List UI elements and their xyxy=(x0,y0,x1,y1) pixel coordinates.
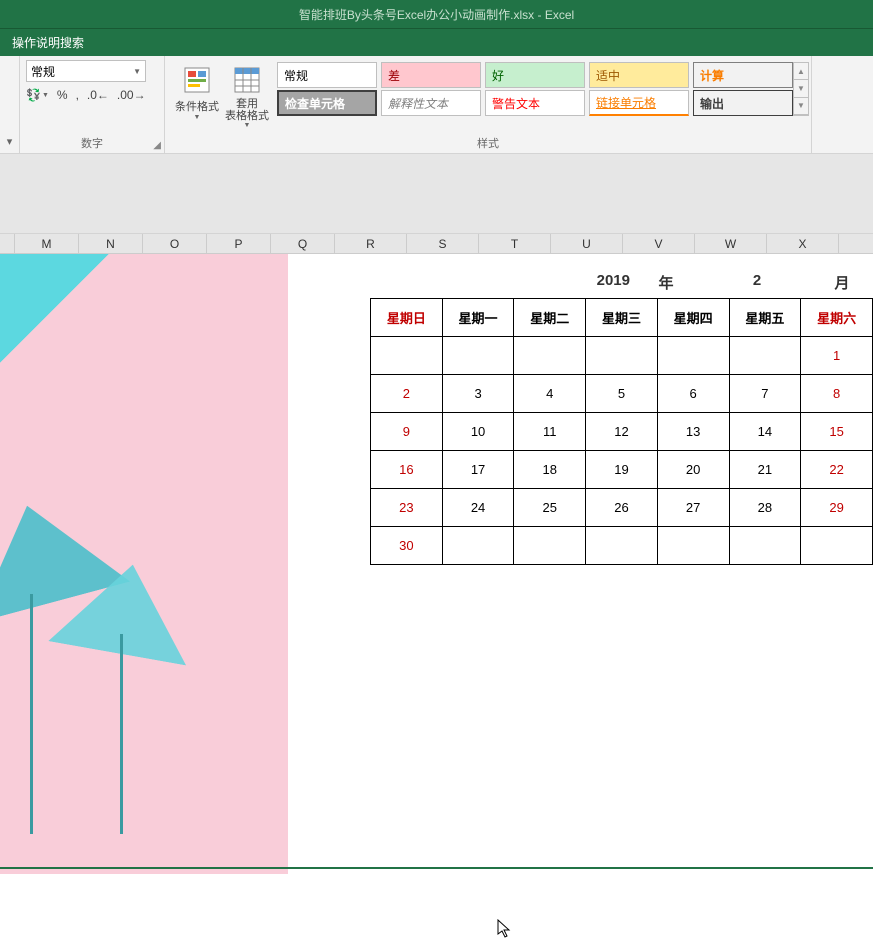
weekday-header: 星期三 xyxy=(586,299,658,337)
number-group: 常规 ▼ 💱▼ % , .0← .00→ 数字 ◢ xyxy=(20,56,165,153)
col-header[interactable]: P xyxy=(207,234,271,253)
scroll-up-icon[interactable]: ▲ xyxy=(794,63,808,80)
style-good[interactable]: 好 xyxy=(485,62,585,88)
col-header[interactable]: O xyxy=(143,234,207,253)
title-bar: 智能排班By头条号Excel办公小动画制作.xlsx - Excel xyxy=(0,0,873,28)
conditional-format-button[interactable]: 条件格式 ▼ xyxy=(175,64,219,129)
cell-styles-gallery: 常规 差 好 适中 计算 检查单元格 解释性文本 警告文本 链接单元格 输出 ▲… xyxy=(277,60,809,131)
chevron-down-icon: ▼ xyxy=(194,114,201,121)
col-header[interactable]: V xyxy=(623,234,695,253)
calendar-row: 1 xyxy=(371,337,873,375)
scroll-down-icon[interactable]: ▼ xyxy=(794,80,808,97)
percent-button[interactable]: % xyxy=(57,88,68,102)
styles-group-wrapper: 条件格式 ▼ 套用 表格格式 ▼ 常规 差 好 适中 计算 xyxy=(165,56,812,153)
ribbon-edge-left: ▾ xyxy=(0,56,20,153)
calendar-row: 23242526272829 xyxy=(371,489,873,527)
chevron-down-icon: ▼ xyxy=(133,67,141,76)
increase-decimal-button[interactable]: .0← xyxy=(87,88,109,102)
window-title: 智能排班By头条号Excel办公小动画制作.xlsx - Excel xyxy=(299,6,574,23)
col-header[interactable]: S xyxy=(407,234,479,253)
weekday-header: 星期日 xyxy=(371,299,443,337)
table-format-icon xyxy=(231,64,263,96)
number-format-combo[interactable]: 常规 ▼ xyxy=(26,60,146,82)
weekday-header: 星期二 xyxy=(514,299,586,337)
dialog-launcher-icon[interactable]: ◢ xyxy=(153,140,161,151)
calendar-header-row: 星期日 星期一 星期二 星期三 星期四 星期五 星期六 xyxy=(371,299,873,337)
column-headers: M N O P Q R S T U V W X xyxy=(0,234,873,254)
col-header[interactable]: N xyxy=(79,234,143,253)
comma-button[interactable]: , xyxy=(76,88,79,102)
col-header[interactable]: R xyxy=(335,234,407,253)
style-neutral[interactable]: 适中 xyxy=(589,62,689,88)
col-header[interactable]: U xyxy=(551,234,623,253)
year-month-row: 2019 年 2 月 xyxy=(370,272,872,293)
calendar-table: 星期日 星期一 星期二 星期三 星期四 星期五 星期六 1 2345678 91… xyxy=(370,298,873,565)
table-format-button[interactable]: 套用 表格格式 ▼ xyxy=(225,64,269,129)
ribbon: ▾ 常规 ▼ 💱▼ % , .0← .00→ 数字 ◢ xyxy=(0,56,873,154)
calendar-row: 2345678 xyxy=(371,375,873,413)
style-calc[interactable]: 计算 xyxy=(693,62,793,88)
style-warn[interactable]: 警告文本 xyxy=(485,90,585,116)
formula-bar-area xyxy=(0,154,873,234)
conditional-format-icon xyxy=(181,64,213,96)
decrease-decimal-button[interactable]: .00→ xyxy=(117,88,146,102)
weekday-header: 星期六 xyxy=(801,299,873,337)
col-header[interactable]: M xyxy=(15,234,79,253)
style-normal[interactable]: 常规 xyxy=(277,62,377,88)
styles-group-label: 样式 xyxy=(167,133,809,151)
col-header[interactable]: W xyxy=(695,234,767,253)
gallery-more-icon[interactable]: ▼ xyxy=(794,98,808,115)
tell-me-search[interactable]: 操作说明搜索 xyxy=(0,28,873,56)
calendar-row: 9101112131415 xyxy=(371,413,873,451)
col-header[interactable]: Q xyxy=(271,234,335,253)
accounting-format-button[interactable]: 💱▼ xyxy=(26,88,49,102)
col-header[interactable]: T xyxy=(479,234,551,253)
style-bad[interactable]: 差 xyxy=(381,62,481,88)
weekday-header: 星期五 xyxy=(729,299,801,337)
calendar-row: 16171819202122 xyxy=(371,451,873,489)
style-explain[interactable]: 解释性文本 xyxy=(381,90,481,116)
chevron-down-icon: ▼ xyxy=(244,122,251,129)
style-output[interactable]: 输出 xyxy=(693,90,793,116)
search-label: 操作说明搜索 xyxy=(12,34,84,51)
format-buttons: 条件格式 ▼ 套用 表格格式 ▼ xyxy=(167,60,277,131)
col-header[interactable]: X xyxy=(767,234,839,253)
mouse-cursor-icon xyxy=(497,919,511,944)
gallery-scroll[interactable]: ▲ ▼ ▼ xyxy=(793,62,809,116)
number-group-label: 数字 ◢ xyxy=(26,133,158,151)
embedded-image[interactable] xyxy=(0,254,288,874)
calendar-row: 30 xyxy=(371,527,873,565)
style-link[interactable]: 链接单元格 xyxy=(589,90,689,116)
weekday-header: 星期一 xyxy=(442,299,514,337)
worksheet[interactable]: 2019 年 2 月 星期日 星期一 星期二 星期三 星期四 星期五 星期六 1… xyxy=(0,254,873,864)
style-check[interactable]: 检查单元格 xyxy=(277,90,377,116)
row-header-edge[interactable] xyxy=(0,234,15,253)
weekday-header: 星期四 xyxy=(657,299,729,337)
